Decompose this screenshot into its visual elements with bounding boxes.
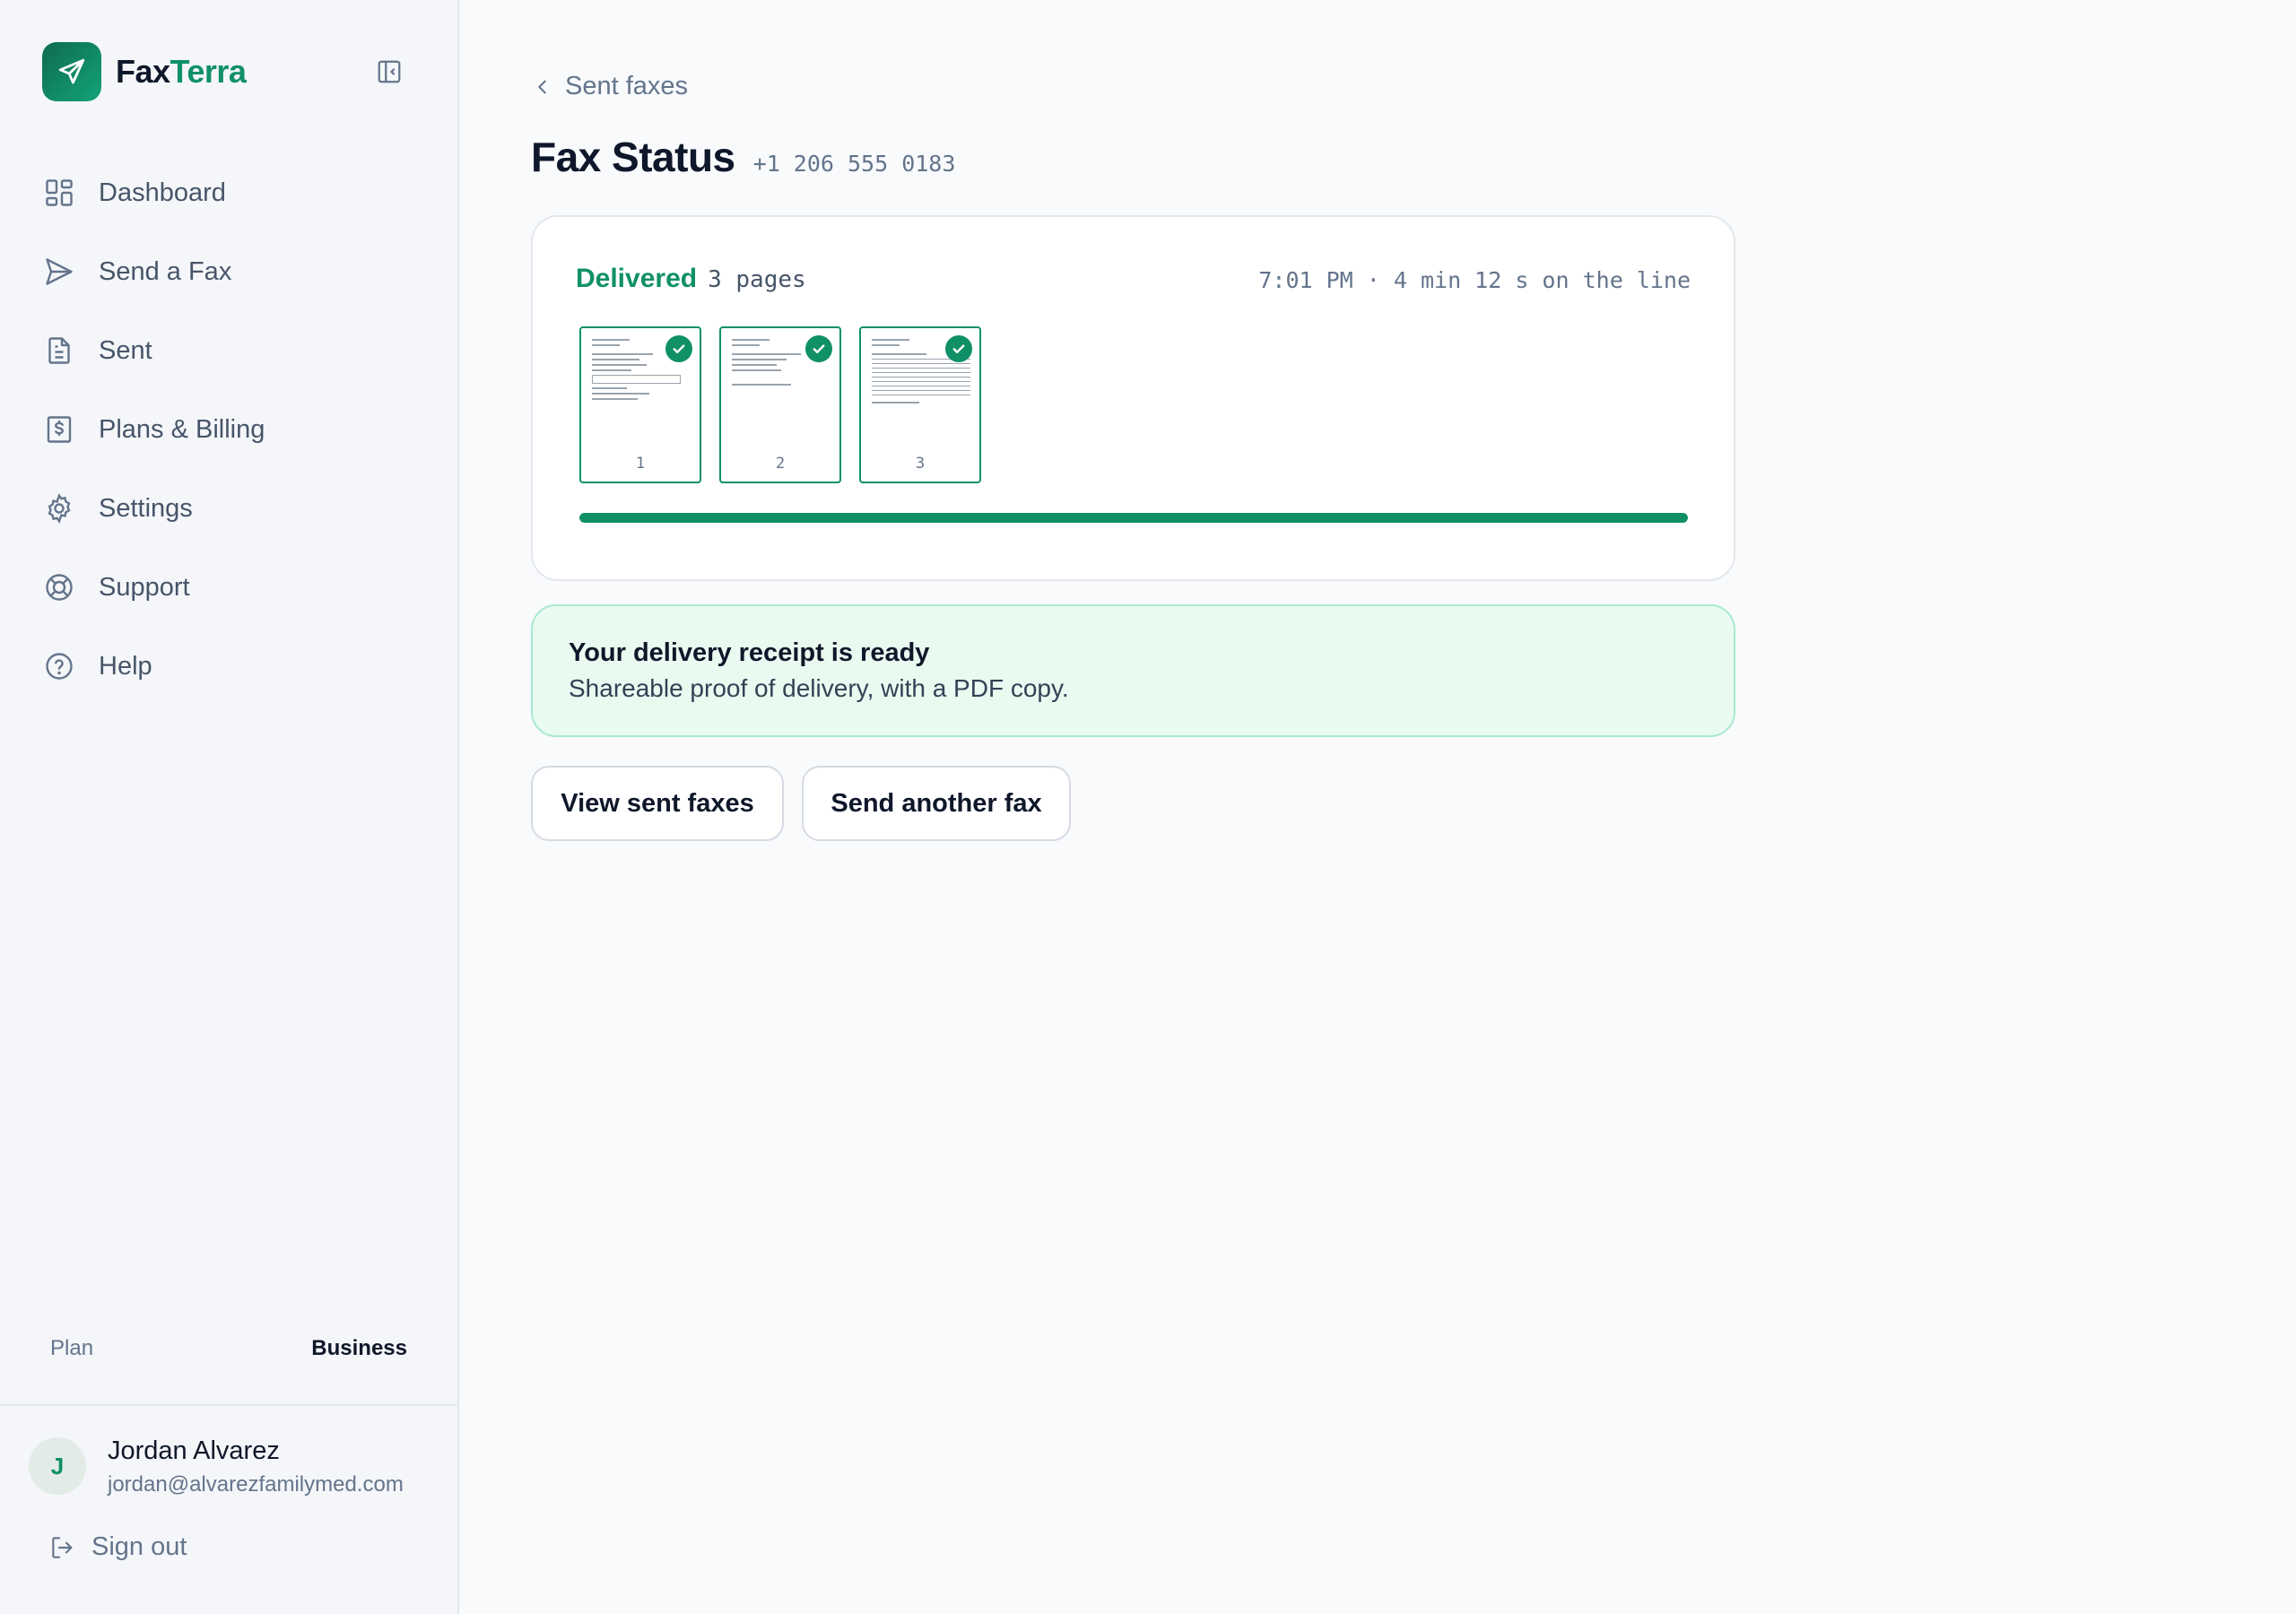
dashboard-icon: [39, 173, 79, 213]
chevron-left-icon: [538, 80, 546, 93]
receipt-subtitle: Shareable proof of delivery, with a PDF …: [569, 674, 1069, 702]
document-icon: [39, 331, 79, 370]
sidebar-item-label: Help: [99, 651, 152, 681]
page-thumbnails: 1 2 3: [579, 326, 981, 483]
user-email: jordan@alvarezfamilymed.com: [108, 1472, 404, 1497]
user-name: Jordan Alvarez: [108, 1436, 280, 1465]
page-title: Fax Status: [531, 134, 735, 180]
page-thumbnail[interactable]: 2: [719, 326, 841, 483]
sidebar: FaxTerra Dashboard Send a Fax Sent Plans…: [0, 0, 459, 1614]
pages-count: 3 pages: [708, 266, 806, 293]
sidebar-item-support[interactable]: Support: [39, 548, 434, 627]
sidebar-item-send-a-fax[interactable]: Send a Fax: [39, 232, 434, 311]
sidebar-item-label: Support: [99, 572, 190, 602]
receipt-title: Your delivery receipt is ready: [569, 638, 930, 667]
back-label: Sent faxes: [565, 72, 689, 100]
sign-out-label: Sign out: [91, 1532, 187, 1561]
plan-label: Plan: [50, 1336, 94, 1360]
sidebar-item-sent[interactable]: Sent: [39, 311, 434, 390]
sidebar-item-help[interactable]: Help: [39, 627, 434, 706]
paper-plane-logo-icon: [42, 42, 101, 101]
sidebar-item-settings[interactable]: Settings: [39, 469, 434, 548]
help-icon: [39, 646, 79, 686]
sign-out-icon: [52, 1536, 73, 1558]
plan-value: Business: [311, 1336, 407, 1360]
lifebuoy-icon: [39, 568, 79, 607]
back-link[interactable]: Sent faxes: [533, 72, 688, 101]
check-icon: [805, 335, 832, 362]
sidebar-nav: Dashboard Send a Fax Sent Plans & Billin…: [39, 153, 434, 706]
check-icon: [665, 335, 692, 362]
progress-bar: [579, 513, 1688, 523]
fax-number: +1 206 555 0183: [752, 151, 956, 177]
collapse-sidebar-icon[interactable]: [373, 56, 405, 88]
status-card: Delivered 3 pages 7:01 PM · 4 min 12 s o…: [531, 215, 1735, 581]
brand-name: FaxTerra: [116, 53, 247, 91]
page-number: 3: [915, 455, 926, 473]
brand-name-part1: Fax: [116, 53, 170, 90]
sign-out-button[interactable]: Sign out: [48, 1532, 187, 1562]
sidebar-item-label: Sent: [99, 335, 152, 365]
status-time: 7:01 PM · 4 min 12 s on the line: [1258, 267, 1691, 293]
brand[interactable]: FaxTerra: [42, 42, 247, 101]
sidebar-item-plans-billing[interactable]: Plans & Billing: [39, 390, 434, 469]
send-another-fax-button[interactable]: Send another fax: [802, 766, 1071, 841]
plan-row: Plan Business: [50, 1336, 407, 1361]
send-icon: [39, 252, 79, 291]
check-icon: [945, 335, 972, 362]
status-badge: Delivered: [576, 264, 698, 293]
receipt-banner: Your delivery receipt is ready Shareable…: [531, 604, 1735, 737]
avatar[interactable]: J: [29, 1437, 86, 1495]
view-sent-faxes-button[interactable]: View sent faxes: [531, 766, 784, 841]
sidebar-item-label: Plans & Billing: [99, 414, 265, 444]
divider: [0, 1404, 459, 1406]
page-thumbnail[interactable]: 3: [859, 326, 981, 483]
sidebar-item-label: Send a Fax: [99, 256, 232, 286]
page-thumbnail[interactable]: 1: [579, 326, 701, 483]
progress-fill: [579, 513, 1688, 523]
sidebar-item-dashboard[interactable]: Dashboard: [39, 153, 434, 232]
billing-icon: [39, 410, 79, 449]
sidebar-item-label: Settings: [99, 493, 193, 523]
status-head: Delivered 3 pages: [576, 264, 806, 294]
sidebar-item-label: Dashboard: [99, 178, 226, 207]
page-number: 2: [775, 455, 786, 473]
gear-icon: [39, 489, 79, 528]
title-row: Fax Status +1 206 555 0183: [531, 133, 955, 181]
page-number: 1: [635, 455, 646, 473]
brand-name-part2: Terra: [170, 53, 247, 90]
